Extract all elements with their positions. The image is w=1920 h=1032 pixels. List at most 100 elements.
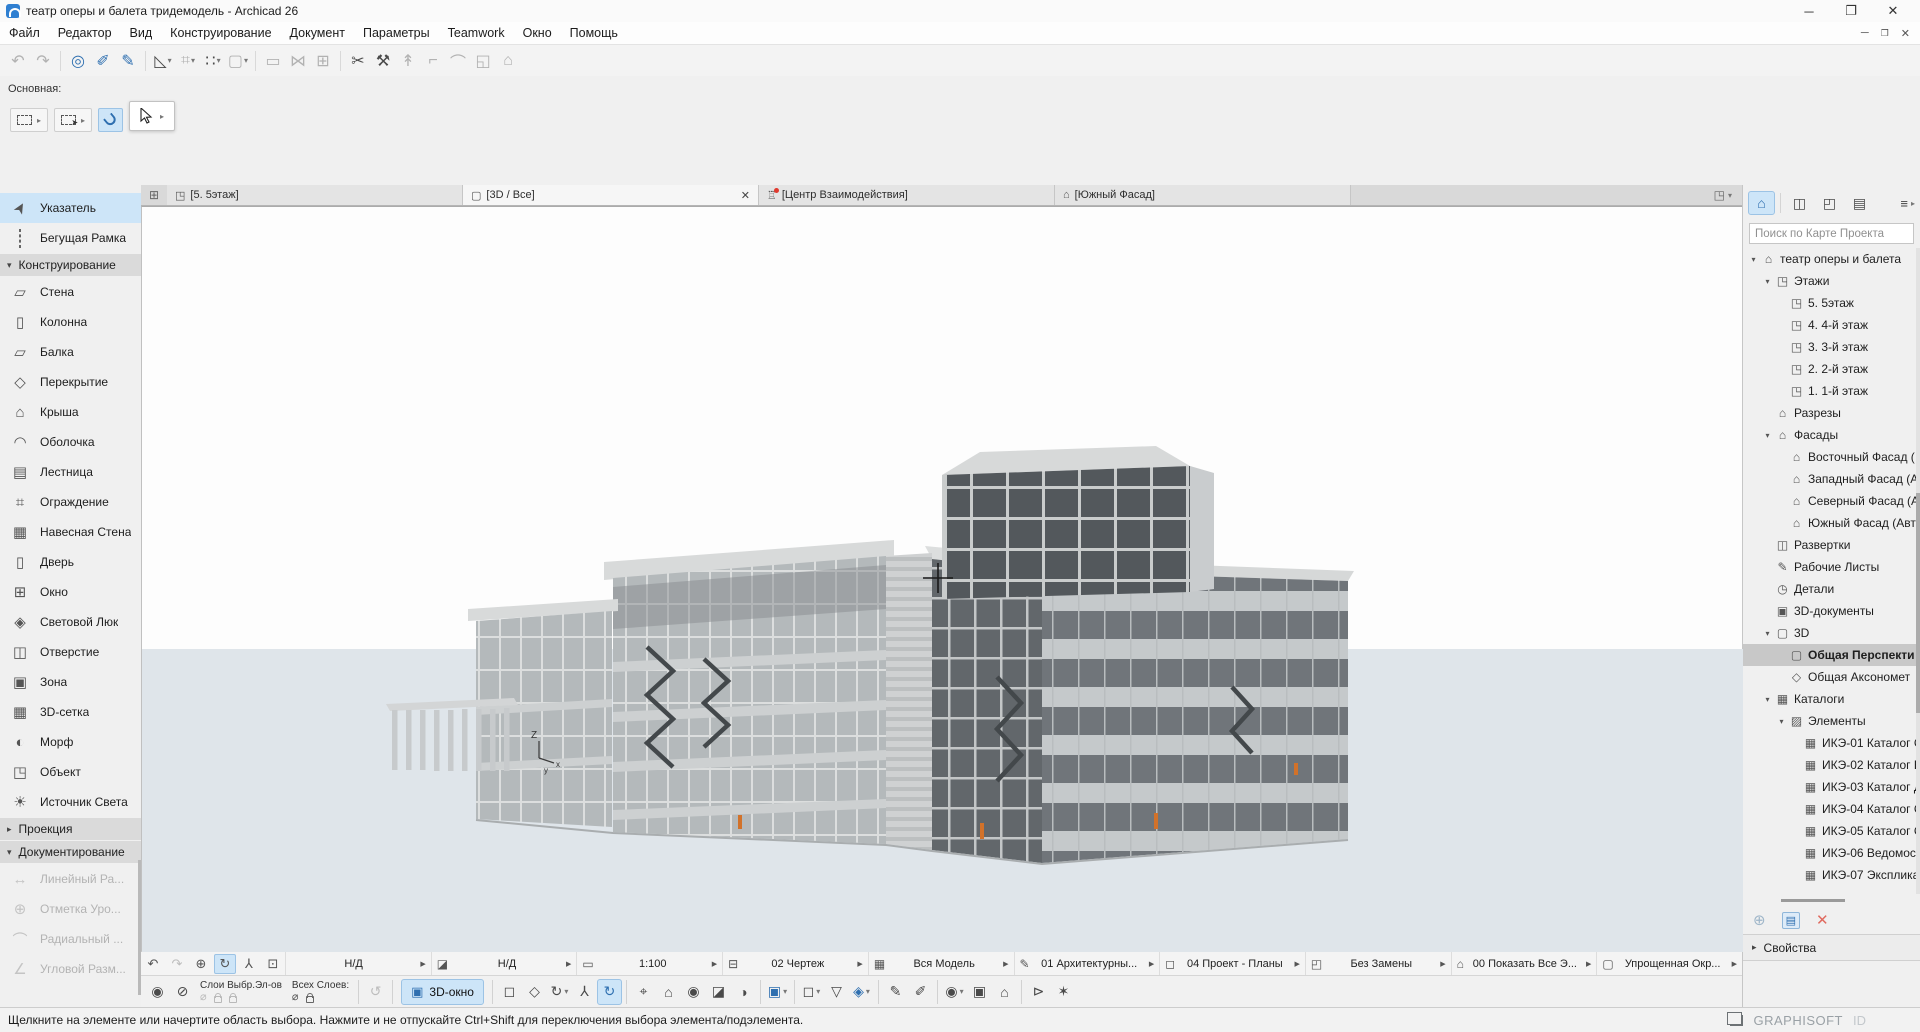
forward-view-icon[interactable]: ↷: [166, 954, 188, 974]
minimize-button[interactable]: ─: [1788, 0, 1830, 22]
chevron-down-icon[interactable]: ▾: [191, 56, 195, 65]
mdi-minimize-button[interactable]: ─: [1861, 27, 1869, 39]
snap-guides-icon[interactable]: ∷▾: [201, 49, 225, 73]
tree-item-рабочие-листы[interactable]: ✎Рабочие Листы: [1743, 556, 1920, 578]
tool-light[interactable]: ☀Источник Света: [0, 787, 141, 817]
tab--центр-взаимодействия-[interactable]: ♖[Центр Взаимодействия]: [759, 185, 1055, 205]
menu-вид[interactable]: Вид: [121, 23, 162, 43]
tree-item-икэ-02-каталог-в[interactable]: ▦ИКЭ-02 Каталог В: [1743, 754, 1920, 776]
pen-set-selector[interactable]: ⊟02 Чертеж▶: [722, 952, 868, 975]
fix-model-icon[interactable]: ✶: [1051, 979, 1076, 1005]
chevron-down-icon[interactable]: ▾: [168, 56, 172, 65]
zoom-in-icon[interactable]: ⊕: [190, 954, 212, 974]
menu-teamwork[interactable]: Teamwork: [439, 23, 514, 43]
tool-shell[interactable]: ◠Оболочка: [0, 427, 141, 457]
resize-icon[interactable]: ◱: [471, 49, 495, 73]
tree-item-икэ-07-эксплика[interactable]: ▦ИКЭ-07 Эксплика: [1743, 864, 1920, 886]
view-settings-button[interactable]: ▤: [1782, 912, 1800, 929]
tree-collapse-icon[interactable]: ▾: [1761, 277, 1774, 286]
tree-item-3d-документы[interactable]: ▣3D-документы: [1743, 600, 1920, 622]
axonometry-view-icon[interactable]: ◇: [522, 979, 547, 1005]
overrides-selector[interactable]: ◰Без Замены▶: [1305, 952, 1451, 975]
chevron-down-icon[interactable]: ▾: [866, 987, 870, 996]
transform-icon[interactable]: ◻▾: [799, 979, 824, 1005]
tool-angle-dimension[interactable]: ∠Угловой Разм...: [0, 954, 141, 984]
tab--5-5этаж-[interactable]: ◳[5. 5этаж]: [167, 185, 463, 205]
tool-roof[interactable]: ⌂Крыша: [0, 397, 141, 427]
search-input[interactable]: [1749, 223, 1914, 244]
reset-layers-icon[interactable]: ↺: [363, 979, 388, 1005]
tab-list-dropdown-icon[interactable]: ◳▾: [1714, 185, 1742, 205]
home-story-icon[interactable]: ⌂: [496, 49, 520, 73]
mdi-restore-button[interactable]: ❐: [1881, 28, 1889, 39]
graphic-override-selector[interactable]: ⌂00 Показать Все Э...▶: [1451, 952, 1597, 975]
fit-in-window-icon[interactable]: ⊡: [262, 954, 284, 974]
section-design[interactable]: ▾Конструирование: [0, 254, 141, 276]
tree-item-западный-фасад-а[interactable]: ⌂Западный Фасад (А: [1743, 468, 1920, 490]
split-icon[interactable]: ✂: [346, 49, 370, 73]
guide-lines-icon[interactable]: ◺▾: [151, 49, 175, 73]
menu-редактор[interactable]: Редактор: [49, 23, 121, 43]
trim-icon[interactable]: ⋈: [286, 49, 310, 73]
walk-tool-icon[interactable]: ⅄: [572, 979, 597, 1005]
tree-item-общая-аксономет[interactable]: ◇Общая Аксономет: [1743, 666, 1920, 688]
delete-view-button[interactable]: ✕: [1816, 911, 1829, 929]
tree-collapse-icon[interactable]: ▾: [1761, 629, 1774, 638]
tool-curtain-wall[interactable]: ▦Навесная Стена: [0, 517, 141, 547]
menu-окно[interactable]: Окно: [514, 23, 561, 43]
tab-close-icon[interactable]: ✕: [741, 189, 750, 202]
tree-item-икэ-05-каталог-с[interactable]: ▦ИКЭ-05 Каталог С: [1743, 820, 1920, 842]
chevron-down-icon[interactable]: ▾: [217, 56, 221, 65]
section-documentation[interactable]: ▾Документирование: [0, 841, 141, 863]
highlight-icon[interactable]: ◈▾: [849, 979, 874, 1005]
snapshot-icon[interactable]: ◉▾: [942, 979, 967, 1005]
tree-item-5-5этаж[interactable]: ◳5. 5этаж: [1743, 292, 1920, 314]
layout-book-icon[interactable]: ◰: [1816, 191, 1843, 215]
explore-icon[interactable]: ↻: [597, 979, 622, 1005]
menu-документ[interactable]: Документ: [281, 23, 354, 43]
chevron-down-icon[interactable]: ▾: [564, 987, 568, 996]
tree-item-икэ-06-ведомост[interactable]: ▦ИКЭ-06 Ведомост: [1743, 842, 1920, 864]
search-select-icon[interactable]: ◎: [66, 49, 90, 73]
tab--3d-все-[interactable]: ▢[3D / Все]✕: [463, 185, 759, 205]
tree-item-икэ-01-каталог-с[interactable]: ▦ИКЭ-01 Каталог С: [1743, 732, 1920, 754]
chevron-down-icon[interactable]: ▾: [816, 987, 820, 996]
pick-up-parameters-icon[interactable]: ✐: [91, 49, 115, 73]
measure-icon[interactable]: ▭: [261, 49, 285, 73]
menu-помощь[interactable]: Помощь: [561, 23, 627, 43]
tool-object[interactable]: ◳Объект: [0, 757, 141, 787]
tree-item-2-2-й-этаж[interactable]: ◳2. 2-й этаж: [1743, 358, 1920, 380]
undo-icon[interactable]: ↶: [6, 49, 30, 73]
renovation-filter-selector[interactable]: ◪Н/Д▶: [431, 952, 577, 975]
3d-viewport[interactable]: Z x y: [141, 206, 1742, 951]
publisher-sets-icon[interactable]: ▤: [1846, 191, 1873, 215]
tree-collapse-icon[interactable]: ▾: [1747, 255, 1760, 264]
tree-item-элементы[interactable]: ▾▨Элементы: [1743, 710, 1920, 732]
tool-radial-dimension[interactable]: ⌒Радиальный ...: [0, 924, 141, 954]
tool-railing[interactable]: ⌗Ограждение: [0, 487, 141, 517]
tab--южный-фасад-[interactable]: ⌂[Южный Фасад]: [1055, 185, 1351, 205]
project-map-icon[interactable]: ⌂: [1748, 191, 1775, 215]
tool-window[interactable]: ⊞Окно: [0, 577, 141, 607]
tree-collapse-icon[interactable]: ▾: [1761, 695, 1774, 704]
tool-pointer[interactable]: ➤Указатель: [0, 193, 141, 223]
properties-section-header[interactable]: ▸ Свойства: [1743, 934, 1920, 961]
tree-scrollbar[interactable]: [1916, 248, 1920, 894]
tree-item-этажи[interactable]: ▾◳Этажи: [1743, 270, 1920, 292]
tool-skylight[interactable]: ◈Световой Люк: [0, 607, 141, 637]
look-to-icon[interactable]: ⌖: [631, 979, 656, 1005]
tool-wall[interactable]: ▱Стена: [0, 277, 141, 307]
adjust-icon[interactable]: ⚒: [371, 49, 395, 73]
tree-item-восточный-фасад-[interactable]: ⌂Восточный Фасад (: [1743, 446, 1920, 468]
environment-selector[interactable]: ▢Упрощенная Окр...▶: [1596, 952, 1742, 975]
tool-mesh[interactable]: ▦3D-сетка: [0, 697, 141, 727]
tree-item-детали[interactable]: ◷Детали: [1743, 578, 1920, 600]
orbit-mode-icon[interactable]: ↻: [214, 954, 236, 974]
hide-layer-icon[interactable]: ⌀: [200, 992, 207, 1003]
mdi-close-button[interactable]: ✕: [1901, 27, 1910, 40]
tool-opening[interactable]: ◫Отверстие: [0, 637, 141, 667]
story-selector[interactable]: Н/Д▶: [285, 952, 431, 975]
filter-elements-icon[interactable]: ▽: [824, 979, 849, 1005]
tool-slab[interactable]: ◇Перекрытие: [0, 367, 141, 397]
navigator-menu-icon[interactable]: ≡▸: [1900, 196, 1915, 211]
